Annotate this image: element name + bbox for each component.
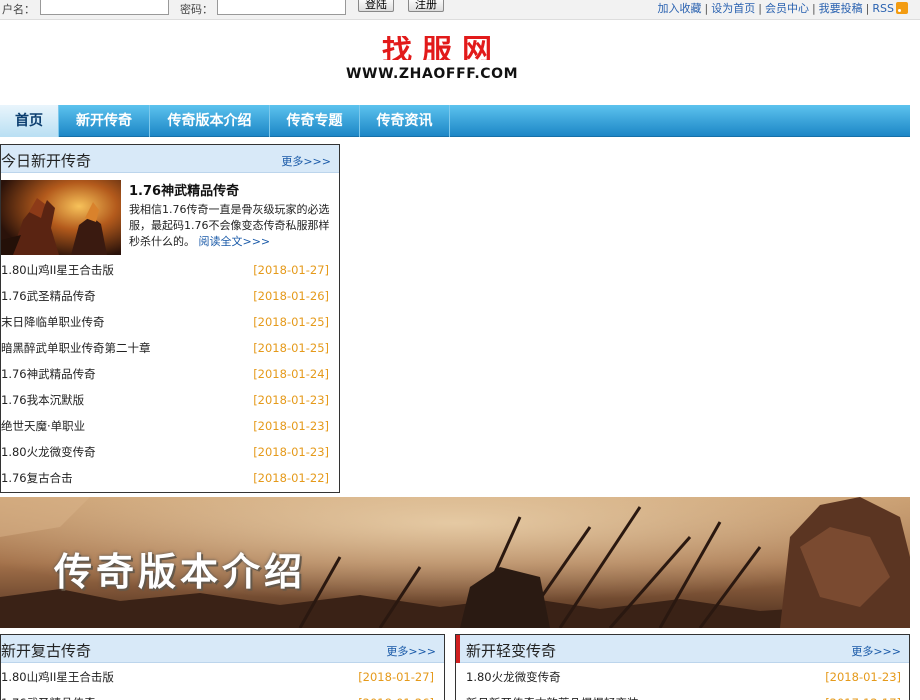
list-item[interactable]: 1.76神武精品传奇 [2018-01-24] (1, 361, 339, 387)
list-item[interactable]: 1.76复古合击 [2018-01-22] (1, 465, 339, 491)
more-link[interactable]: 更多>>> (386, 643, 436, 659)
featured-title[interactable]: 1.76神武精品传奇 (129, 180, 239, 199)
panel-title: 新开复古传奇 (1, 642, 92, 660)
item-date: [2018-01-23] (825, 670, 901, 684)
member-center-link[interactable]: 会员中心 (765, 2, 809, 15)
top-links: 加入收藏 | 设为首页 | 会员中心 | 我要投稿 | RSS (658, 0, 908, 16)
site-logo[interactable]: 找服网 WWW.ZHAOFFF.COM (346, 36, 538, 88)
item-date: [2018-01-25] (253, 341, 329, 355)
item-title[interactable]: 1.80火龙微变传奇 (1, 439, 96, 465)
add-favorite-link[interactable]: 加入收藏 (658, 2, 702, 15)
main-nav: 首页 新开传奇 传奇版本介绍 传奇专题 传奇资讯 (0, 105, 910, 137)
nav-item-new-legend[interactable]: 新开传奇 (59, 105, 150, 137)
panel-header: 新开轻变传奇 更多>>> (456, 635, 909, 663)
item-date: [2018-01-27] (358, 670, 434, 684)
rss-link[interactable]: RSS (872, 2, 908, 15)
login-button[interactable]: 登陆 (358, 0, 394, 12)
item-date: [2018-01-27] (253, 263, 329, 277)
separator: | (758, 2, 762, 15)
item-date: [2018-01-26] (358, 690, 434, 700)
separator: | (865, 2, 870, 15)
nav-item-version-intro[interactable]: 传奇版本介绍 (150, 105, 270, 137)
featured-description: 我相信1.76传奇一直是骨灰级玩家的必选服，最起码1.76不会像变态传奇私服那样… (129, 202, 337, 250)
today-list: 1.80山鸡II星王合击版 [2018-01-27] 1.76武圣精品传奇 [201… (1, 257, 339, 491)
list-item[interactable]: 绝世天魔·单职业 [2018-01-23] (1, 413, 339, 439)
separator: | (811, 2, 816, 15)
submit-article-link[interactable]: 我要投稿 (819, 2, 863, 15)
nav-item-topics[interactable]: 传奇专题 (270, 105, 360, 137)
item-date: [2018-01-23] (253, 419, 329, 433)
username-label: 户名： (2, 3, 35, 16)
item-title[interactable]: 1.80山鸡II星王合击版 (1, 664, 114, 690)
new-light-variant-panel: 新开轻变传奇 更多>>> 1.80火龙微变传奇 [2018-01-23] 新月新开… (455, 634, 910, 700)
item-title[interactable]: 1.76我本沉默版 (1, 387, 84, 413)
read-more-link[interactable]: 阅读全文>>> (199, 235, 271, 248)
logo-domain-text: WWW.ZHAOFFF.COM (346, 66, 519, 82)
nav-item-home[interactable]: 首页 (0, 105, 59, 137)
list-item[interactable]: 1.80火龙微变传奇 [2018-01-23] (1, 439, 339, 465)
item-date: [2017-12-17] (825, 690, 901, 700)
item-title[interactable]: 1.76武圣精品传奇 (1, 690, 96, 700)
panel-title: 新开轻变传奇 (466, 642, 557, 660)
item-date: [2018-01-24] (253, 367, 329, 381)
panel-header: 新开复古传奇 更多>>> (1, 635, 444, 663)
list-item[interactable]: 1.76我本沉默版 [2018-01-23] (1, 387, 339, 413)
nav-item-news[interactable]: 传奇资讯 (360, 105, 450, 137)
item-date: [2018-01-23] (253, 445, 329, 459)
item-title[interactable]: 1.80山鸡II星王合击版 (1, 257, 114, 283)
list-item[interactable]: 1.76武圣精品传奇 [2018-01-26] (1, 690, 444, 700)
set-homepage-link[interactable]: 设为首页 (711, 2, 755, 15)
panel-title: 今日新开传奇 (1, 152, 92, 170)
item-title[interactable]: 末日降临单职业传奇 (1, 309, 105, 335)
version-intro-banner[interactable]: 传奇版本介绍 (0, 497, 910, 628)
new-retro-panel: 新开复古传奇 更多>>> 1.80山鸡II星王合击版 [2018-01-27] 1… (0, 634, 445, 700)
item-title[interactable]: 1.76复古合击 (1, 465, 73, 491)
item-date: [2018-01-25] (253, 315, 329, 329)
item-title[interactable]: 新月新开传奇古韵萧凡憬憬轻变装 (466, 690, 639, 700)
list-item[interactable]: 末日降临单职业传奇 [2018-01-25] (1, 309, 339, 335)
banner-title: 传奇版本介绍 (54, 550, 307, 594)
rss-icon (896, 2, 908, 14)
list-item[interactable]: 暗黑醉武单职业传奇第二十章 [2018-01-25] (1, 335, 339, 361)
panel-header: 今日新开传奇 更多>>> (1, 145, 339, 173)
item-title[interactable]: 绝世天魔·单职业 (1, 413, 85, 439)
register-button[interactable]: 注册 (408, 0, 444, 12)
featured-thumbnail[interactable] (1, 180, 121, 255)
password-input[interactable] (217, 0, 346, 15)
list-item[interactable]: 新月新开传奇古韵萧凡憬憬轻变装 [2017-12-17] (466, 690, 911, 700)
separator: | (704, 2, 709, 15)
logo-chinese-text: 找服网 (382, 36, 502, 60)
top-login-bar: 户名： 密码： 登陆 注册 加入收藏 | 设为首页 | 会员中心 | 我要投稿 | RSS (0, 0, 920, 20)
accent-bar (456, 635, 460, 663)
featured-article: 1.76神武精品传奇 我相信1.76传奇一直是骨灰级玩家的必选服，最起码1.76… (1, 180, 339, 256)
item-date: [2018-01-26] (253, 289, 329, 303)
more-link[interactable]: 更多>>> (851, 643, 901, 659)
list-item[interactable]: 1.80火龙微变传奇 [2018-01-23] (466, 664, 911, 690)
more-link[interactable]: 更多>>> (281, 153, 331, 169)
retro-list: 1.80山鸡II星王合击版 [2018-01-27] 1.76武圣精品传奇 [201… (1, 664, 444, 700)
list-item[interactable]: 1.80山鸡II星王合击版 [2018-01-27] (1, 257, 339, 283)
item-date: [2018-01-22] (253, 471, 329, 485)
list-item[interactable]: 1.80山鸡II星王合击版 [2018-01-27] (1, 664, 444, 690)
today-new-panel: 今日新开传奇 更多>>> 1.76神武精品传奇 我相信1.76传奇一直是骨灰级玩… (0, 144, 340, 493)
item-title[interactable]: 暗黑醉武单职业传奇第二十章 (1, 335, 151, 361)
rss-label: RSS (872, 2, 894, 15)
item-title[interactable]: 1.76神武精品传奇 (1, 361, 96, 387)
username-input[interactable] (40, 0, 169, 15)
light-list: 1.80火龙微变传奇 [2018-01-23] 新月新开传奇古韵萧凡憬憬轻变装 [2… (466, 664, 911, 700)
password-label: 密码： (180, 3, 213, 16)
list-item[interactable]: 1.76武圣精品传奇 [2018-01-26] (1, 283, 339, 309)
warrior-artwork-icon (1, 180, 121, 255)
item-title[interactable]: 1.76武圣精品传奇 (1, 283, 96, 309)
item-title[interactable]: 1.80火龙微变传奇 (466, 664, 561, 690)
item-date: [2018-01-23] (253, 393, 329, 407)
